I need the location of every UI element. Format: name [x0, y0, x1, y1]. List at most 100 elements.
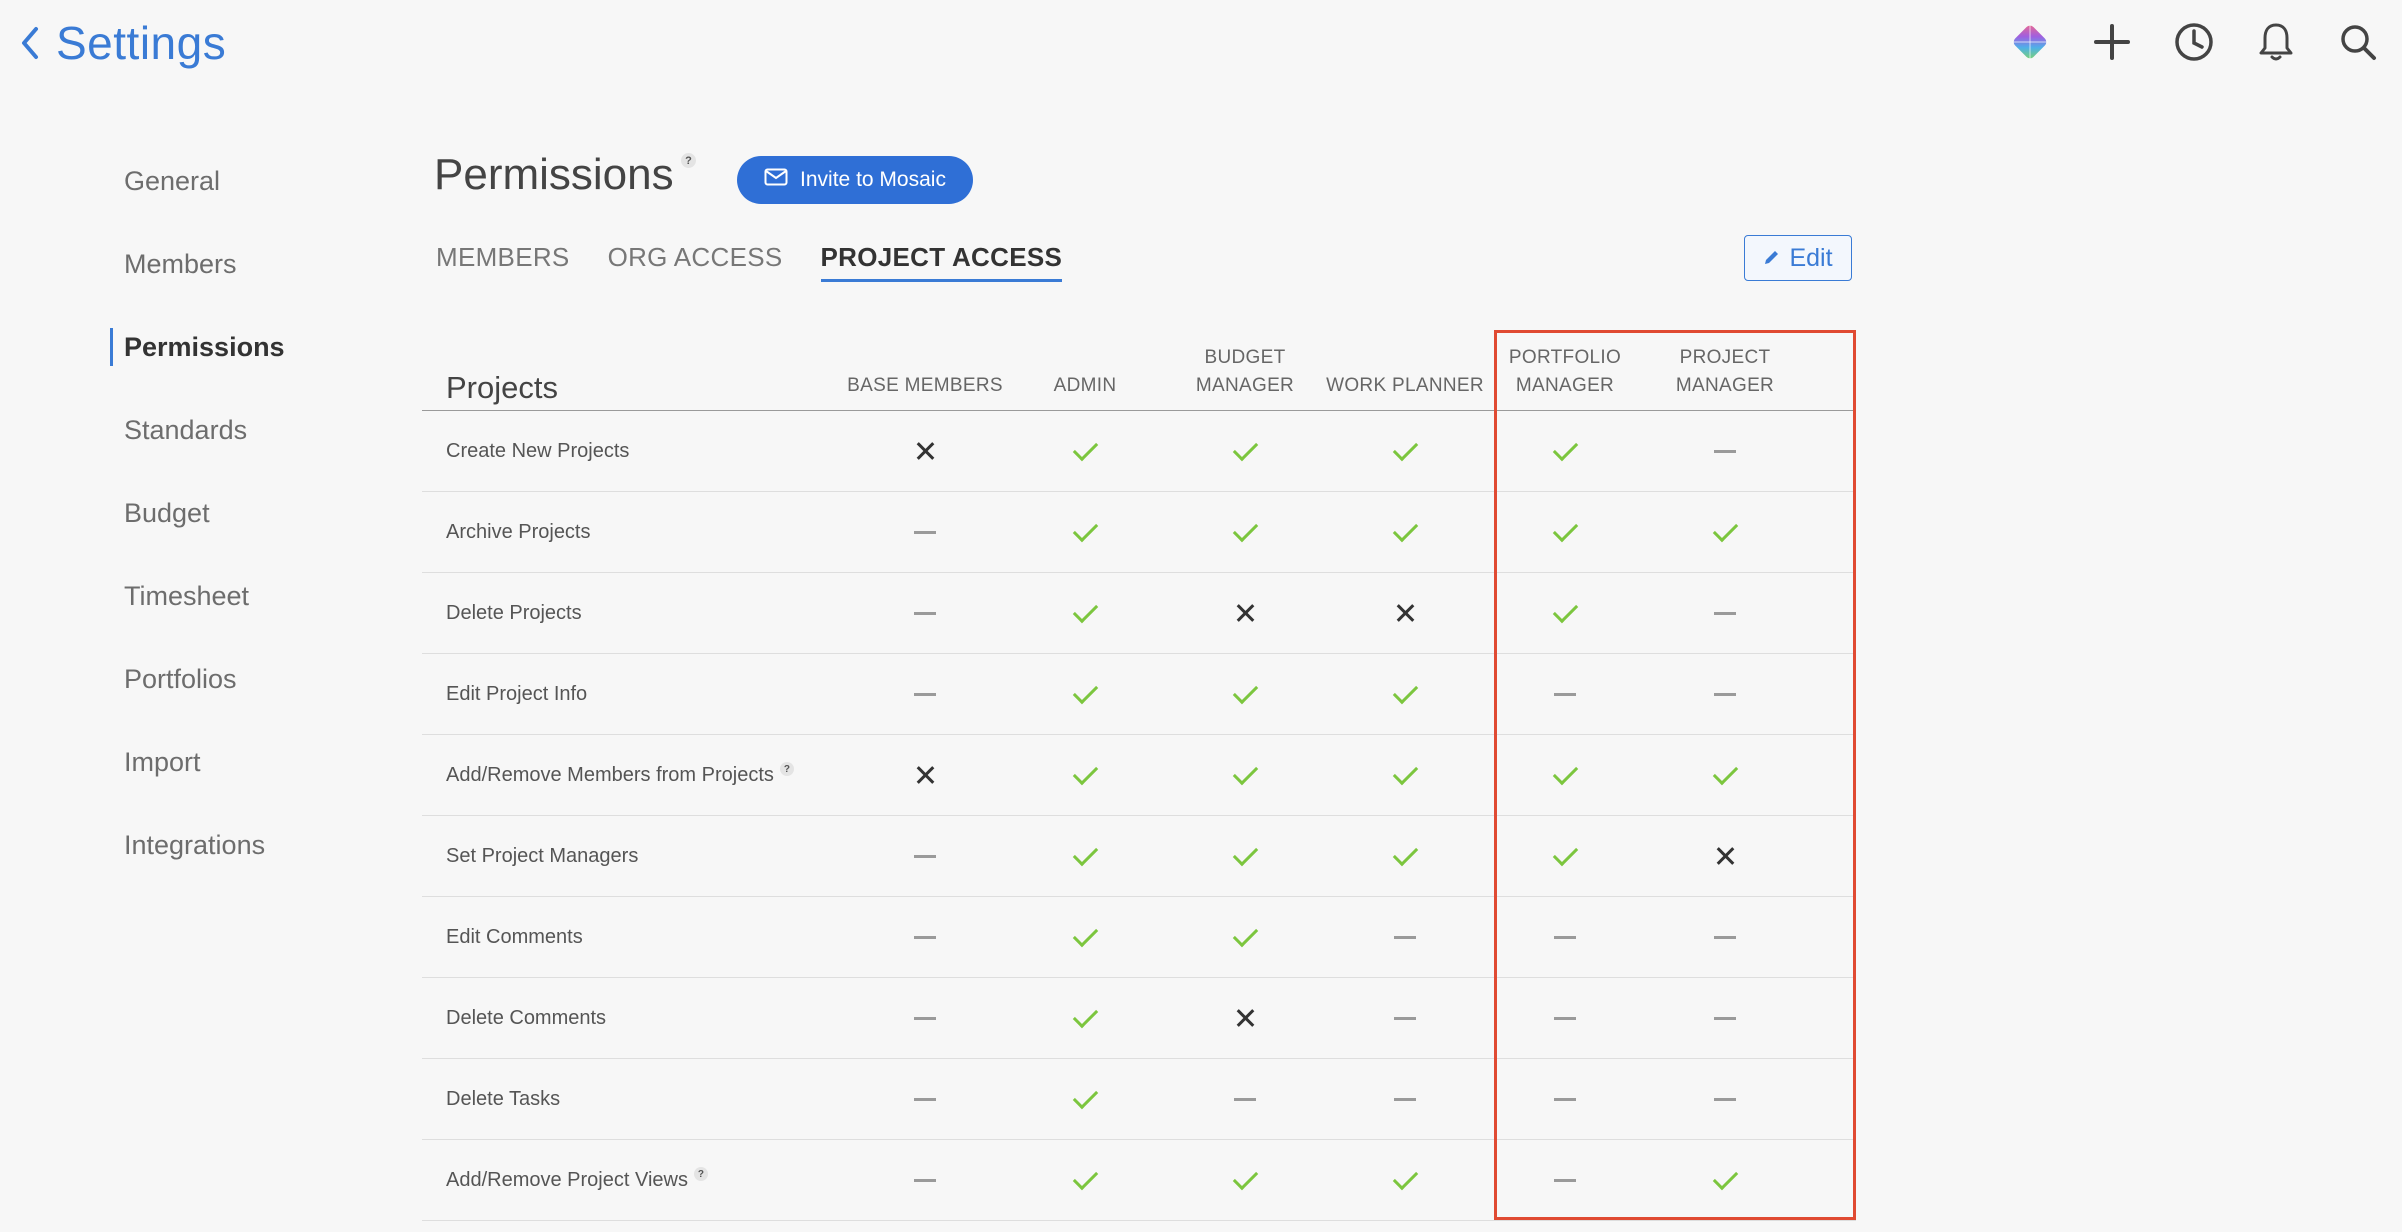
permission-cell	[895, 411, 955, 491]
dash-icon	[914, 531, 936, 534]
permissions-table: Projects BASE MEMBERS ADMIN BUDGET MANAGER W…	[422, 330, 1856, 1221]
dash-icon	[1554, 1179, 1576, 1182]
cross-icon	[1716, 847, 1734, 865]
check-icon	[1079, 1091, 1092, 1108]
table-row: Delete Comments	[422, 978, 1856, 1059]
dash-icon	[914, 1098, 936, 1101]
dash-icon	[1394, 936, 1416, 939]
settings-sidebar: General Members Permissions Standards Budget…	[110, 140, 285, 887]
permission-cell	[1695, 411, 1755, 491]
permission-cell	[1055, 492, 1115, 572]
invite-button-label: Invite to Mosaic	[800, 168, 946, 191]
permission-cell	[1695, 654, 1755, 734]
plus-icon[interactable]	[2088, 18, 2136, 66]
permission-label-text: Delete Tasks	[446, 1087, 561, 1110]
sidebar-item-general[interactable]: General	[110, 140, 285, 223]
column-header: WORK PLANNER	[1320, 372, 1490, 400]
permission-cell	[1055, 816, 1115, 896]
permission-cell	[1375, 1059, 1435, 1139]
permission-label-text: Add/Remove Project Views	[446, 1168, 688, 1191]
column-header-line2: ADMIN	[1053, 375, 1117, 396]
permission-cell	[1695, 492, 1755, 572]
tab-org-access[interactable]: ORG ACCESS	[608, 242, 783, 282]
tab-project-access[interactable]: PROJECT ACCESS	[820, 242, 1063, 282]
sidebar-item-integrations[interactable]: Integrations	[110, 804, 285, 887]
dash-icon	[1554, 1017, 1576, 1020]
check-icon	[1079, 1172, 1092, 1189]
column-header: BUDGET MANAGER	[1160, 344, 1330, 400]
permission-cell	[1375, 1140, 1435, 1220]
permission-cell	[895, 816, 955, 896]
sidebar-item-permissions[interactable]: Permissions	[110, 306, 285, 389]
permission-label: Edit Project Info	[446, 654, 587, 734]
permission-label-text: Edit Comments	[446, 925, 583, 948]
sidebar-item-import[interactable]: Import	[110, 721, 285, 804]
permission-cell	[1535, 897, 1595, 977]
check-icon	[1239, 443, 1252, 460]
invite-to-mosaic-button[interactable]: Invite to Mosaic	[737, 156, 973, 204]
edit-button[interactable]: Edit	[1744, 235, 1852, 281]
permission-cell	[1375, 735, 1435, 815]
tab-members[interactable]: MEMBERS	[436, 242, 570, 282]
dash-icon	[914, 855, 936, 858]
table-row: Delete Tasks	[422, 1059, 1856, 1140]
permission-cell	[895, 492, 955, 572]
check-icon	[1239, 848, 1252, 865]
table-row: Edit Project Info	[422, 654, 1856, 735]
permission-label: Edit Comments	[446, 897, 583, 977]
check-icon	[1239, 524, 1252, 541]
column-header: BASE MEMBERS	[840, 372, 1010, 400]
mosaic-logo-icon[interactable]	[2006, 18, 2054, 66]
permission-cell	[1215, 573, 1275, 653]
check-icon	[1559, 767, 1572, 784]
clock-icon[interactable]	[2170, 18, 2218, 66]
dash-icon	[1714, 1098, 1736, 1101]
permission-cell	[1535, 573, 1595, 653]
table-row: Edit Comments	[422, 897, 1856, 978]
permission-cell	[895, 897, 955, 977]
permission-cell	[1055, 573, 1115, 653]
dash-icon	[1234, 1098, 1256, 1101]
column-header-line2: MANAGER	[1515, 375, 1615, 396]
help-icon[interactable]: ?	[693, 1167, 708, 1181]
permission-cell	[895, 978, 955, 1058]
cross-icon	[916, 766, 934, 784]
check-icon	[1399, 767, 1412, 784]
back-to-settings[interactable]: Settings	[20, 16, 226, 70]
permission-cell	[1375, 897, 1435, 977]
permission-label-text: Set Project Managers	[446, 844, 639, 867]
permission-cell	[1535, 411, 1595, 491]
cross-icon	[1236, 1009, 1254, 1027]
sidebar-item-portfolios[interactable]: Portfolios	[110, 638, 285, 721]
permission-label: Delete Comments	[446, 978, 606, 1058]
permission-label-text: Delete Comments	[446, 1006, 607, 1029]
permission-cell	[1695, 1059, 1755, 1139]
permission-cell	[895, 1059, 955, 1139]
help-icon[interactable]: ?	[681, 153, 696, 168]
dash-icon	[1714, 1017, 1736, 1020]
chevron-left-icon	[20, 21, 46, 65]
table-body: Create New Projects Archive Projects Delet…	[422, 411, 1856, 1221]
check-icon	[1079, 848, 1092, 865]
check-icon	[1719, 767, 1732, 784]
permission-label: Set Project Managers	[446, 816, 638, 896]
edit-button-label: Edit	[1789, 243, 1833, 272]
permission-cell	[1695, 573, 1755, 653]
bell-icon[interactable]	[2252, 18, 2300, 66]
mail-icon	[764, 168, 788, 192]
check-icon	[1399, 443, 1412, 460]
sidebar-item-members[interactable]: Members	[110, 223, 285, 306]
permission-cell	[1215, 654, 1275, 734]
sidebar-item-budget[interactable]: Budget	[110, 472, 285, 555]
permission-label: Archive Projects	[446, 492, 591, 572]
sidebar-item-timesheet[interactable]: Timesheet	[110, 555, 285, 638]
table-row: Create New Projects	[422, 411, 1856, 492]
permission-cell	[895, 735, 955, 815]
search-icon[interactable]	[2334, 18, 2382, 66]
permission-cell	[1535, 654, 1595, 734]
column-header-line2: MANAGER	[1195, 375, 1295, 396]
help-icon[interactable]: ?	[779, 762, 794, 776]
dash-icon	[914, 693, 936, 696]
sidebar-item-standards[interactable]: Standards	[110, 389, 285, 472]
check-icon	[1399, 848, 1412, 865]
